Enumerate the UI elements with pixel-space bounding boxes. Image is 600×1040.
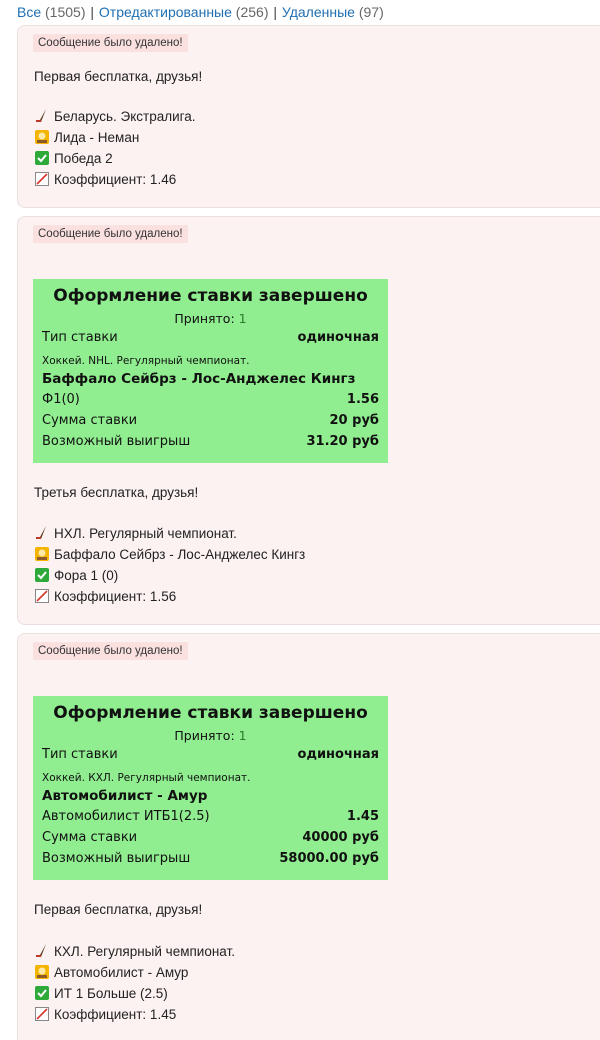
hockey-stick-icon [36,944,46,957]
bet-accepted: Принято: 1 [33,311,388,327]
bet-receipt: Оформление ставки завершено Принято: 1 Т… [33,696,388,880]
bet-outcome-row: Автомобилист ИТБ1(2.5) 1.45 [33,806,388,827]
bet-type-value: одиночная [297,747,379,762]
bet-type-value: одиночная [297,330,379,345]
filter-all-count: (1505) [45,4,86,20]
chart-icon [35,589,49,603]
bet-league: Хоккей. NHL. Регулярный чемпионат. [42,354,250,367]
bet-stake-value: 40000 руб [302,830,379,845]
odds-text: Коэффициент: 1.45 [54,1006,177,1022]
bet-outcome-value: 1.45 [346,809,379,824]
trophy-icon [35,547,49,561]
league-text: НХЛ. Регулярный чемпионат. [54,525,237,541]
bet-accepted: Принято: 1 [33,728,388,744]
post-text: Первая бесплатка, друзья! [34,902,203,917]
league-text: КХЛ. Регулярный чемпионат. [54,943,235,959]
bet-stake-value: 20 руб [329,413,379,428]
checkmark-icon [35,986,49,1000]
post-card: Сообщение было удалено! Оформление ставк… [17,216,600,625]
match-line: Баффало Сейбрз - Лос-Анджелес Кингз [34,545,305,563]
filter-deleted-count: (97) [358,4,384,20]
bet-outcome-value: 1.56 [346,392,379,407]
bet-type-label: Тип ставки [42,330,118,345]
filter-edited-count: (256) [235,4,269,20]
league-line: КХЛ. Регулярный чемпионат. [34,942,235,960]
bet-title: Оформление ставки завершено [53,286,368,306]
filter-bar: Все (1505) | Отредактированные (256) | У… [0,0,600,26]
bet-outcome-label: Ф1(0) [42,392,80,407]
bet-stake-label: Сумма ставки [42,413,138,428]
deleted-badge: Сообщение было удалено! [33,225,188,243]
bet-stake-label: Сумма ставки [42,830,138,845]
bet-outcome-row: Ф1(0) 1.56 [33,389,388,410]
bet-outcome-label: Автомобилист ИТБ1(2.5) [42,809,210,824]
pick-line: Победа 2 [34,149,113,167]
bet-league: Хоккей. КХЛ. Регулярный чемпионат. [42,771,251,784]
chart-icon [35,1007,49,1021]
bet-type-row: Тип ставки одиночная [33,744,388,765]
bet-type-label: Тип ставки [42,747,118,762]
accepted-label: Принято: [174,311,235,326]
bet-win-row: Возможный выигрыш 31.20 руб [33,431,388,452]
match-line: Автомобилист - Амур [34,963,188,981]
filter-separator: | [90,4,95,20]
pick-line: ИТ 1 Больше (2.5) [34,984,168,1002]
bet-title: Оформление ставки завершено [53,703,368,723]
bet-win-label: Возможный выигрыш [42,434,191,449]
match-text: Баффало Сейбрз - Лос-Анджелес Кингз [54,546,306,562]
deleted-badge: Сообщение было удалено! [33,642,188,660]
trophy-icon [35,130,49,144]
checkmark-icon [35,568,49,582]
deleted-badge: Сообщение было удалено! [33,34,188,52]
chart-icon [35,172,49,186]
bet-win-value: 31.20 руб [306,434,379,449]
league-line: Беларусь. Экстралига. [34,107,196,125]
bet-win-row: Возможный выигрыш 58000.00 руб [33,848,388,869]
match-line: Лида - Неман [34,128,139,146]
pick-text: Фора 1 (0) [54,567,119,583]
league-text: Беларусь. Экстралига. [54,108,196,124]
pick-line: Фора 1 (0) [34,566,118,584]
checkmark-icon [35,151,49,165]
filter-separator: | [273,4,278,20]
odds-line: Коэффициент: 1.56 [34,587,176,605]
bet-receipt: Оформление ставки завершено Принято: 1 Т… [33,279,388,463]
odds-text: Коэффициент: 1.56 [54,588,177,604]
accepted-label: Принято: [174,728,235,743]
bet-type-row: Тип ставки одиночная [33,327,388,348]
filter-edited-link[interactable]: Отредактированные [99,4,232,20]
bet-win-label: Возможный выигрыш [42,851,191,866]
trophy-icon [35,965,49,979]
post-card: Сообщение было удалено! Оформление ставк… [17,633,600,1040]
match-text: Автомобилист - Амур [54,964,189,980]
bet-match: Баффало Сейбрз - Лос-Анджелес Кингз [42,371,356,387]
hockey-stick-icon [36,526,46,539]
pick-text: Победа 2 [54,150,113,166]
match-text: Лида - Неман [54,129,140,145]
hockey-stick-icon [36,109,46,122]
post-card: Сообщение было удалено! Первая бесплатка… [17,25,600,208]
bet-win-value: 58000.00 руб [279,851,379,866]
filter-deleted-link[interactable]: Удаленные [282,4,355,20]
league-line: НХЛ. Регулярный чемпионат. [34,524,237,542]
bet-stake-row: Сумма ставки 20 руб [33,410,388,431]
odds-text: Коэффициент: 1.46 [54,171,177,187]
accepted-value: 1 [238,311,247,326]
filter-all-link[interactable]: Все [17,4,41,20]
accepted-value: 1 [238,728,247,743]
pick-text: ИТ 1 Больше (2.5) [54,985,168,1001]
post-text: Первая бесплатка, друзья! [34,69,203,84]
bet-stake-row: Сумма ставки 40000 руб [33,827,388,848]
post-text: Третья бесплатка, друзья! [34,485,199,500]
odds-line: Коэффициент: 1.45 [34,1005,176,1023]
bet-match: Автомобилист - Амур [42,788,208,804]
odds-line: Коэффициент: 1.46 [34,170,176,188]
